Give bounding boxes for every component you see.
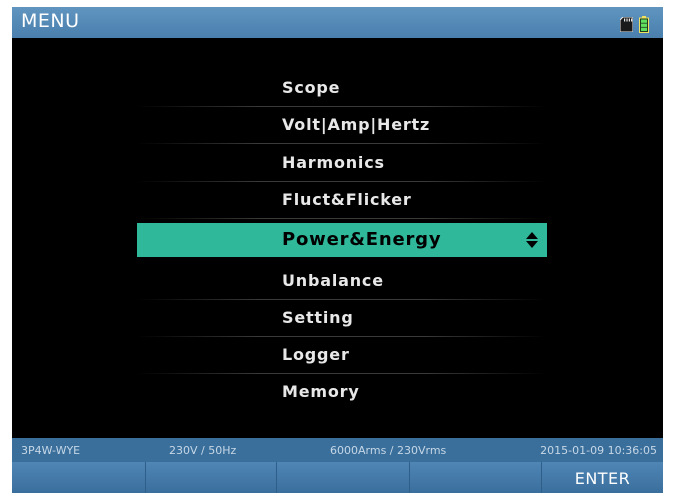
- measurement-range: 6000Arms / 230Vrms: [330, 444, 447, 457]
- title-bar: MENU: [12, 7, 663, 38]
- menu-divider: [137, 143, 547, 144]
- menu-item-label: Harmonics: [282, 153, 385, 172]
- screen-title: MENU: [21, 10, 80, 32]
- wiring-config: 3P4W-WYE: [21, 444, 81, 457]
- menu-item-logger[interactable]: Logger: [137, 337, 547, 374]
- menu-item-label: Setting: [282, 308, 354, 327]
- menu-divider: [137, 218, 547, 219]
- softkey-bar: ENTER: [12, 462, 663, 493]
- analyzer-screen: MENU Scope Volt|Amp|Hertz Harmonics Fluc…: [12, 7, 663, 493]
- main-menu: Scope Volt|Amp|Hertz Harmonics Fluct&Fli…: [137, 70, 547, 418]
- up-down-arrows-icon: [526, 232, 538, 248]
- menu-item-label: Fluct&Flicker: [282, 190, 412, 209]
- menu-item-setting[interactable]: Setting: [137, 300, 547, 337]
- status-bar: 3P4W-WYE 230V / 50Hz 6000Arms / 230Vrms …: [12, 438, 663, 462]
- menu-item-volt-amp-hertz[interactable]: Volt|Amp|Hertz: [137, 107, 547, 144]
- menu-item-power-energy[interactable]: Power&Energy: [137, 223, 547, 257]
- menu-item-label: Memory: [282, 382, 360, 401]
- battery-full-icon: [639, 16, 649, 33]
- menu-item-scope[interactable]: Scope: [137, 70, 547, 107]
- enter-button[interactable]: ENTER: [542, 462, 663, 493]
- date-time: 2015-01-09 10:36:05: [540, 444, 657, 457]
- softkey-label: ENTER: [574, 469, 631, 488]
- menu-item-label: Power&Energy: [282, 229, 442, 250]
- menu-item-label: Logger: [282, 345, 350, 364]
- softkey-2[interactable]: [146, 462, 277, 493]
- menu-item-fluct-flicker[interactable]: Fluct&Flicker: [137, 182, 547, 219]
- nominal-voltage-frequency: 230V / 50Hz: [169, 444, 237, 457]
- menu-item-memory[interactable]: Memory: [137, 374, 547, 411]
- menu-item-label: Unbalance: [282, 271, 384, 290]
- menu-item-unbalance[interactable]: Unbalance: [137, 263, 547, 300]
- sd-card-icon: [620, 17, 633, 32]
- softkey-4[interactable]: [410, 462, 542, 493]
- menu-item-harmonics[interactable]: Harmonics: [137, 145, 547, 182]
- menu-item-label: Scope: [282, 78, 341, 97]
- softkey-3[interactable]: [277, 462, 410, 493]
- softkey-1[interactable]: [12, 462, 146, 493]
- menu-item-label: Volt|Amp|Hertz: [282, 115, 431, 134]
